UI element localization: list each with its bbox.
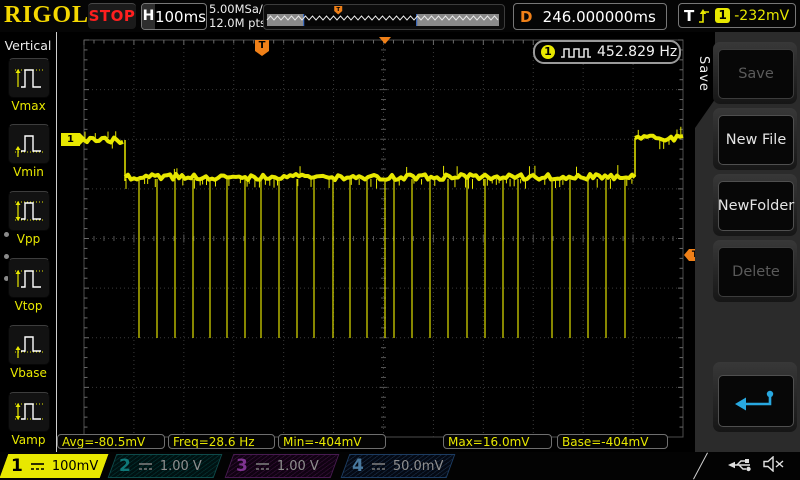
sidebar-item-vmin[interactable]: Vmin [0,124,57,179]
counter-channel-badge: 1 [541,45,555,59]
channel2-scale: 1.00 V [160,459,202,474]
measure-menu-title: Vertical [0,38,56,53]
menu-button-delete[interactable]: Delete [713,240,797,302]
brand-logo: RIGOL [4,2,89,29]
horizontal-label: H [142,4,155,29]
acquisition-info: 5.00MSa/s 12.0M pts [209,2,269,30]
channel4-number: 4 [352,456,364,476]
menu-button-new-folder[interactable]: NewFolder [713,174,797,236]
menu-button-back[interactable] [713,362,797,432]
channel1-number: 1 [11,456,23,476]
vmin-measure-icon [12,129,46,159]
sidebar-item-vtop[interactable]: Vtop [0,258,57,313]
menu-button-new-file[interactable]: New File [713,108,797,170]
channel4-scale: 50.0mV [393,459,444,474]
measurement-freq: Freq=28.6 Hz [168,434,275,449]
soft-menu-panel: Save Save New File NewFolder Delete [695,32,800,452]
measurement-results-bar: Avg=-80.5mV Freq=28.6 Hz Min=-404mV Max=… [57,434,695,449]
sidebar-item-vpp[interactable]: Vpp [0,191,57,246]
speaker-muted-icon [762,456,786,472]
sample-rate: 5.00MSa/s [209,2,269,16]
sidebar-item-vamp[interactable]: Vamp [0,392,57,447]
waveform-display: T 1 T 1 452.829 Hz Avg=-80.5mV Freq=28.6… [57,32,695,452]
sidebar-item-label: Vbase [0,366,57,380]
memory-waveform-preview: T [263,4,505,30]
sidebar-item-label: Vmax [0,99,57,113]
vmax-measure-icon [12,63,46,93]
preview-waveform-icon: T [264,5,502,27]
delay-readout-box[interactable]: D 246.000000ms [513,3,667,30]
vpp-measure-icon [12,196,46,226]
measurement-base: Base=-404mV [557,434,668,449]
measurement-max: Max=16.0mV [443,434,552,449]
run-state-indicator: STOP [88,3,136,29]
horizontal-timebase-box[interactable]: H 100ms [141,3,207,30]
trigger-level-value: -232mV [734,8,789,24]
rising-edge-icon [698,8,711,24]
usb-icon [728,457,754,472]
sidebar-item-vmax[interactable]: Vmax [0,58,57,113]
trigger-source-badge: 1 [715,8,730,23]
sidebar-item-label: Vpp [0,232,57,246]
sidebar-item-label: Vamp [0,433,57,447]
oscilloscope-screen: RIGOL STOP H 100ms 5.00MSa/s 12.0M pts T… [0,0,800,480]
channel1-waveform-trace [57,32,695,452]
vamp-measure-icon [12,397,46,427]
dc-coupling-icon [255,462,270,471]
channel3-tab[interactable]: 3 1.00 V [225,454,340,478]
channel2-number: 2 [119,456,131,476]
channel3-scale: 1.00 V [277,459,319,474]
trigger-position-marker[interactable]: T [255,40,269,56]
channel1-scale: 100mV [52,459,98,474]
delay-center-marker [379,37,391,44]
channel3-number: 3 [236,456,248,476]
return-arrow-icon [733,388,779,414]
vbase-measure-icon [12,330,46,360]
channel1-tab[interactable]: 1 100mV [0,454,108,478]
sidebar-item-vbase[interactable]: Vbase [0,325,57,380]
sidebar-item-label: Vtop [0,299,57,313]
delay-label: D [520,8,532,26]
dc-coupling-icon [371,462,386,471]
counter-frequency-value: 452.829 Hz [597,44,677,60]
sidebar-item-label: Vmin [0,165,57,179]
channel1-offset-marker[interactable]: 1 [61,133,86,146]
left-measure-menu: Vertical Vmax Vmin [0,32,57,452]
delay-value: 246.000000ms [532,8,666,26]
svg-text:T: T [336,7,340,13]
memory-depth: 12.0M pts [209,16,269,30]
dc-coupling-icon [138,462,153,471]
top-status-bar: RIGOL STOP H 100ms 5.00MSa/s 12.0M pts T… [0,0,800,32]
channel2-tab[interactable]: 2 1.00 V [108,454,223,478]
trigger-label: T [684,7,694,25]
menu-tab-label: Save [696,56,711,92]
frequency-counter: 1 452.829 Hz [533,40,681,64]
vtop-measure-icon [12,263,46,293]
measurement-avg: Avg=-80.5mV [57,434,165,449]
measurement-min: Min=-404mV [278,434,386,449]
trigger-readout-box[interactable]: T 1 -232mV [678,3,796,28]
timebase-value: 100ms [155,8,206,26]
dc-coupling-icon [30,462,45,471]
channel-status-bar: 1 100mV 2 1.00 V 3 [0,452,800,480]
menu-button-save[interactable]: Save [713,42,797,104]
status-icon-tray [728,456,786,472]
channel4-tab[interactable]: 4 50.0mV [341,454,456,478]
square-wave-icon [560,46,592,59]
